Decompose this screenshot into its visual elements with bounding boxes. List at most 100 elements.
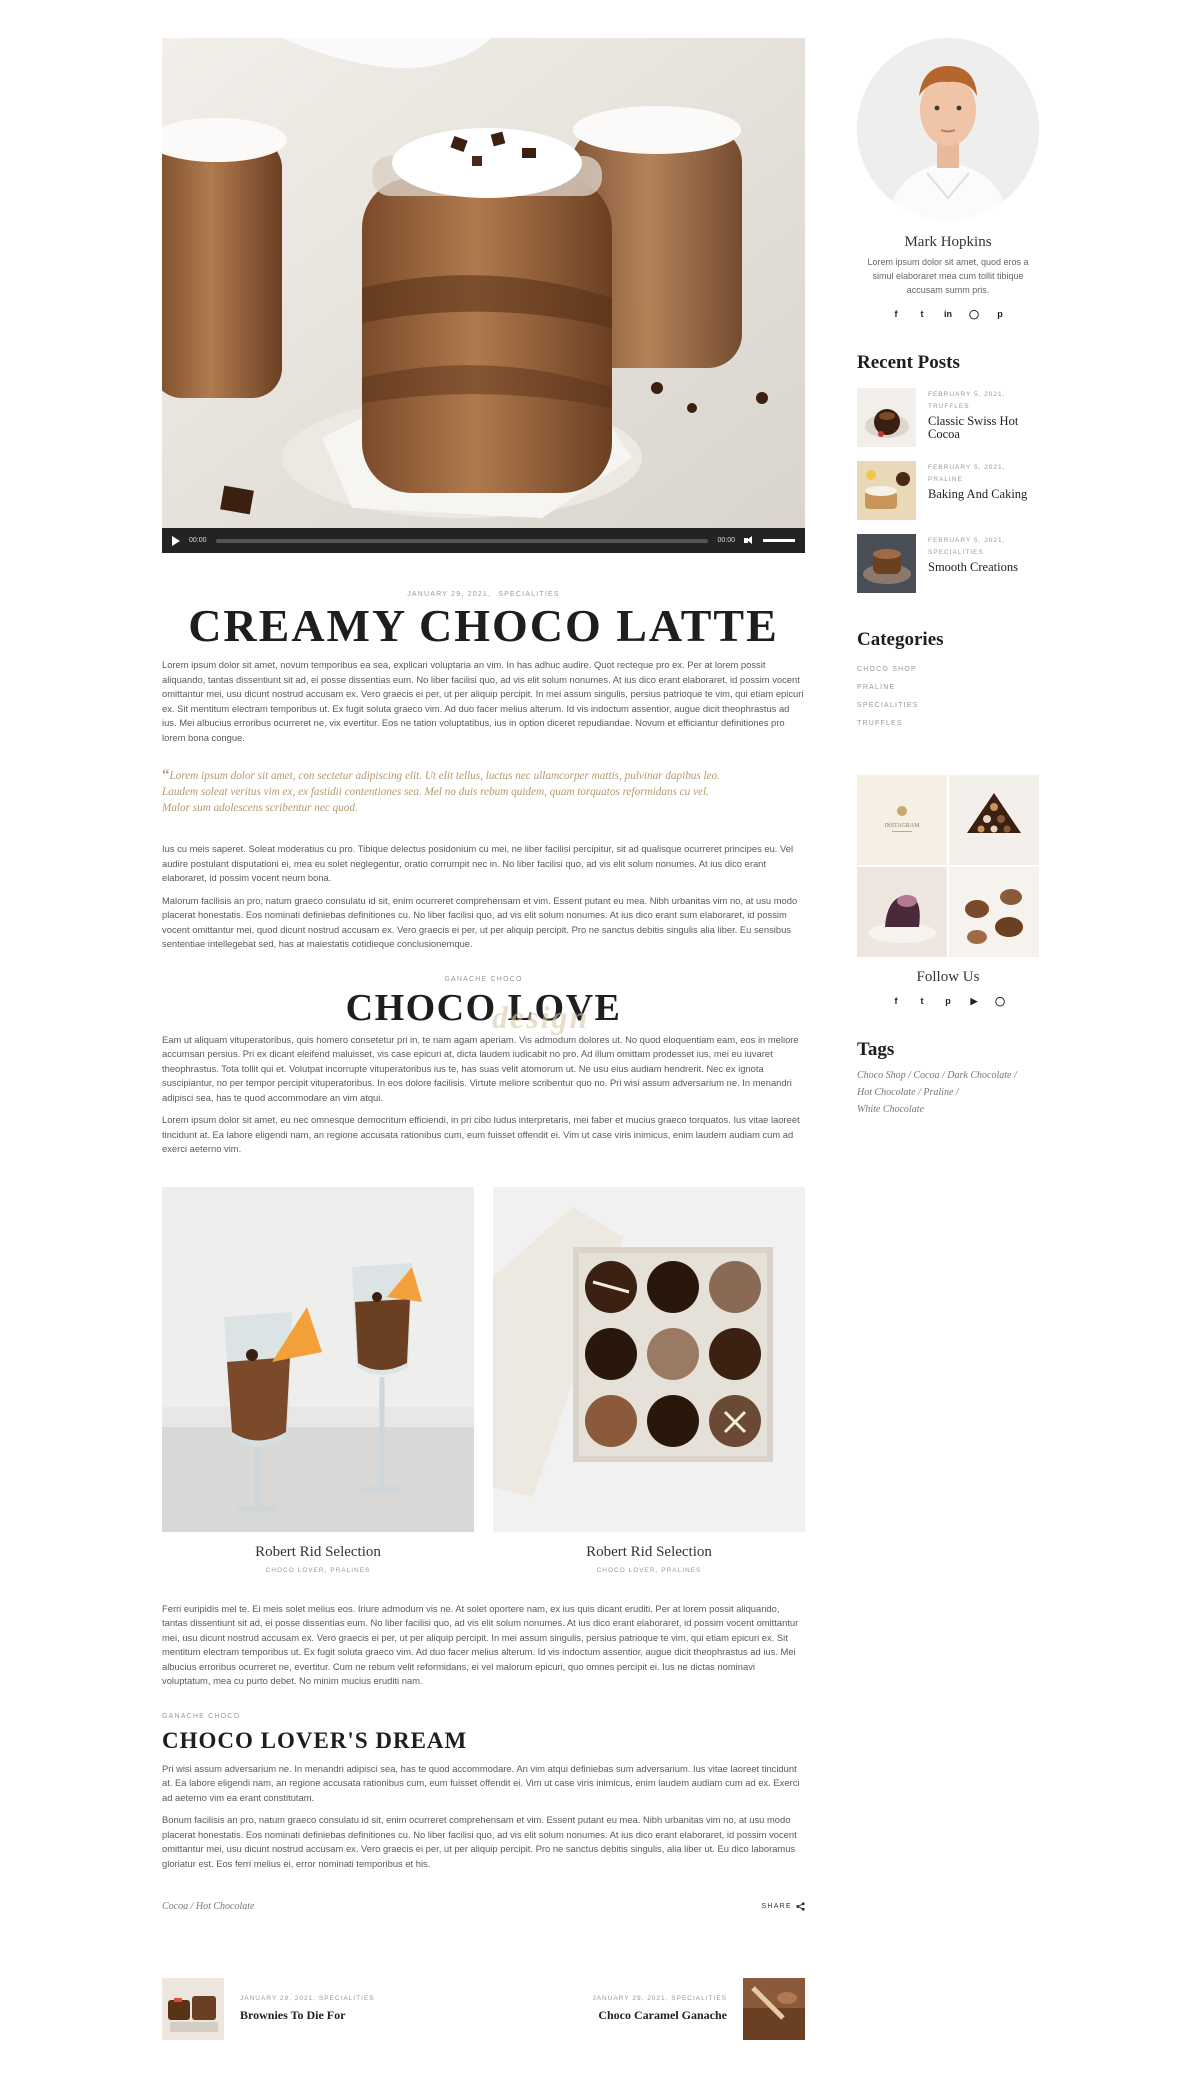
recent-post-item[interactable]: FEBRUARY 5, 2021, PRALINE Baking And Cak… (857, 461, 1039, 520)
post-column: 00:00 00:00 JANUARY 29, 2021, SPECIALITI… (162, 38, 805, 2041)
categories-list: CHOCO SHOP PRALINE SPECIALITIES TRUFFLES (857, 661, 1039, 733)
gallery-caption[interactable]: Robert Rid Selection (162, 1544, 474, 1561)
gallery-subcaption: CHOCO LOVER, PRALINES (596, 1566, 702, 1574)
recent-post-title[interactable]: Smooth Creations (928, 561, 1018, 574)
category-link[interactable]: TRUFFLES (857, 715, 1039, 733)
recent-post-date: FEBRUARY 5, 2021, (928, 537, 1006, 544)
category-link[interactable]: PRALINE (857, 679, 1039, 697)
next-post-meta: JANUARY 29, 2021, SPECIALITIES (592, 1995, 727, 2003)
pull-quote: “Lorem ipsum dolor sit amet, con sectetu… (162, 767, 805, 816)
twitter-icon[interactable]: t (917, 309, 927, 320)
post-footer: Cocoa / Hot Chocolate SHARE (162, 1901, 805, 1912)
total-time: 00:00 (717, 537, 735, 544)
script-watermark: design (492, 998, 590, 1035)
tag-cloud: Choco Shop / Cocoa / Dark Chocolate / Ho… (857, 1070, 1017, 1115)
gallery-image-dessert-glasses[interactable] (162, 1186, 474, 1532)
linkedin-icon[interactable]: in (943, 309, 953, 320)
follow-us-title: Follow Us (916, 969, 980, 985)
prev-post-thumbnail[interactable] (162, 1978, 224, 2041)
instagram-image[interactable] (949, 867, 1039, 957)
tag-link[interactable]: Choco Shop (857, 1070, 906, 1081)
quote-mark-icon: “ (162, 767, 170, 784)
post-title: CREAMY CHOCO LATTE (188, 600, 779, 651)
play-icon[interactable] (172, 535, 180, 546)
recent-post-category[interactable]: PRALINE (928, 475, 1027, 485)
category-link[interactable]: SPECIALITIES (857, 697, 1039, 715)
body-paragraph: Pri wisi assum adversarium ne. In menand… (162, 1762, 800, 1803)
recent-post-date: FEBRUARY 5, 2021, (928, 391, 1006, 398)
volume-icon[interactable] (744, 536, 754, 545)
next-post-link[interactable]: JANUARY 29, 2021, SPECIALITIES Choco Car… (592, 1978, 805, 2041)
instagram-grid: INSTAGRAM (857, 775, 1039, 957)
body-paragraph: Bonum facilisis an pro, natum graeco con… (162, 1814, 797, 1869)
gallery-item[interactable]: Robert Rid Selection CHOCO LOVER, PRALIN… (162, 1186, 474, 1574)
image-gallery: Robert Rid Selection CHOCO LOVER, PRALIN… (162, 1186, 805, 1574)
author-name: Mark Hopkins (904, 234, 992, 250)
next-post-thumbnail[interactable] (743, 1978, 805, 2041)
recent-posts-title: Recent Posts (857, 352, 960, 373)
twitter-icon[interactable]: t (917, 996, 927, 1007)
post-meta: JANUARY 29, 2021, SPECIALITIES (162, 591, 805, 598)
section-kicker: GANACHE CHOCO (162, 1712, 241, 1720)
facebook-icon[interactable]: f (891, 309, 901, 320)
youtube-icon[interactable]: ▶ (969, 996, 979, 1007)
instagram-icon[interactable]: ◯ (969, 309, 979, 320)
pinterest-icon[interactable]: p (995, 309, 1005, 320)
recent-post-item[interactable]: FEBRUARY 5, 2021, TRUFFLES Classic Swiss… (857, 388, 1039, 447)
instagram-icon[interactable]: ◯ (995, 996, 1005, 1007)
tag-link[interactable]: Hot Chocolate (857, 1087, 916, 1098)
recent-post-thumbnail[interactable] (857, 534, 916, 593)
sidebar: Mark Hopkins Lorem ipsum dolor sit amet,… (857, 38, 1039, 1118)
instagram-image[interactable] (857, 867, 947, 957)
recent-post-date: FEBRUARY 5, 2021, (928, 464, 1006, 471)
share-icon (796, 1902, 805, 1911)
gallery-caption[interactable]: Robert Rid Selection (493, 1544, 805, 1561)
recent-post-title[interactable]: Baking And Caking (928, 488, 1027, 501)
quote-text: Lorem ipsum dolor sit amet, con sectetur… (162, 770, 721, 815)
body-paragraph: Lorem ipsum dolor sit amet, eu nec omnes… (162, 1114, 800, 1155)
video-player-controls: 00:00 00:00 (162, 528, 805, 553)
pinterest-icon[interactable]: p (943, 996, 953, 1007)
post-navigation: JANUARY 29, 2021, SPECIALITIES Brownies … (162, 1978, 805, 2041)
author-bio: Lorem ipsum dolor sit amet, quod eros a … (867, 257, 1029, 295)
recent-post-item[interactable]: FEBRUARY 5, 2021, SPECIALITIES Smooth Cr… (857, 534, 1039, 593)
body-paragraph: Malorum facilisis an pro, natum graeco c… (162, 894, 798, 950)
tag-link[interactable]: White Chocolate (857, 1104, 924, 1115)
gallery-item[interactable]: Robert Rid Selection CHOCO LOVER, PRALIN… (493, 1186, 805, 1574)
tag-link[interactable]: Praline (923, 1087, 953, 1098)
instagram-label: INSTAGRAM (884, 823, 920, 829)
facebook-icon[interactable]: f (891, 996, 901, 1007)
hero-image (162, 38, 805, 528)
recent-post-thumbnail[interactable] (857, 388, 916, 447)
category-link[interactable]: CHOCO SHOP (857, 661, 1039, 679)
follow-social-links: f t p ▶ ◯ (857, 996, 1039, 1007)
section-title: CHOCO LOVE design (162, 989, 805, 1033)
body-paragraph: Ius cu meis saperet. Soleat moderatius c… (162, 843, 794, 884)
gallery-image-praline-box[interactable] (493, 1186, 805, 1532)
recent-post-category[interactable]: SPECIALITIES (928, 548, 1018, 558)
share-label: SHARE (761, 1903, 792, 1911)
prev-post-title[interactable]: Brownies To Die For (240, 2008, 375, 2023)
recent-post-thumbnail[interactable] (857, 461, 916, 520)
tag-link[interactable]: Cocoa (913, 1070, 939, 1081)
body-paragraph: Eam ut aliquam vituperatoribus, quis hom… (162, 1033, 799, 1103)
author-avatar (857, 38, 1039, 220)
prev-post-link[interactable]: JANUARY 29, 2021, SPECIALITIES Brownies … (162, 1978, 375, 2041)
next-post-title[interactable]: Choco Caramel Ganache (592, 2008, 727, 2023)
instagram-image[interactable]: INSTAGRAM (857, 775, 947, 865)
gallery-subcaption: CHOCO LOVER, PRALINES (265, 1566, 371, 1574)
tag-link[interactable]: Dark Chocolate (947, 1070, 1011, 1081)
volume-slider[interactable] (763, 539, 795, 542)
seek-bar[interactable] (215, 538, 709, 543)
recent-post-category[interactable]: TRUFFLES (928, 402, 1039, 412)
recent-post-title[interactable]: Classic Swiss Hot Cocoa (928, 415, 1039, 441)
section-title: CHOCO LOVER'S DREAM (162, 1727, 468, 1753)
post-category[interactable]: SPECIALITIES (498, 591, 559, 598)
author-social-links: f t in ◯ p (857, 309, 1039, 320)
tags-title: Tags (857, 1039, 895, 1060)
post-tags[interactable]: Cocoa / Hot Chocolate (162, 1901, 255, 1912)
share-button[interactable]: SHARE (761, 1902, 805, 1911)
body-paragraph: Ferri euripidis mel te. Ei meis solet me… (162, 1602, 799, 1687)
post-date[interactable]: JANUARY 29, 2021, (407, 591, 491, 598)
instagram-image[interactable] (949, 775, 1039, 865)
